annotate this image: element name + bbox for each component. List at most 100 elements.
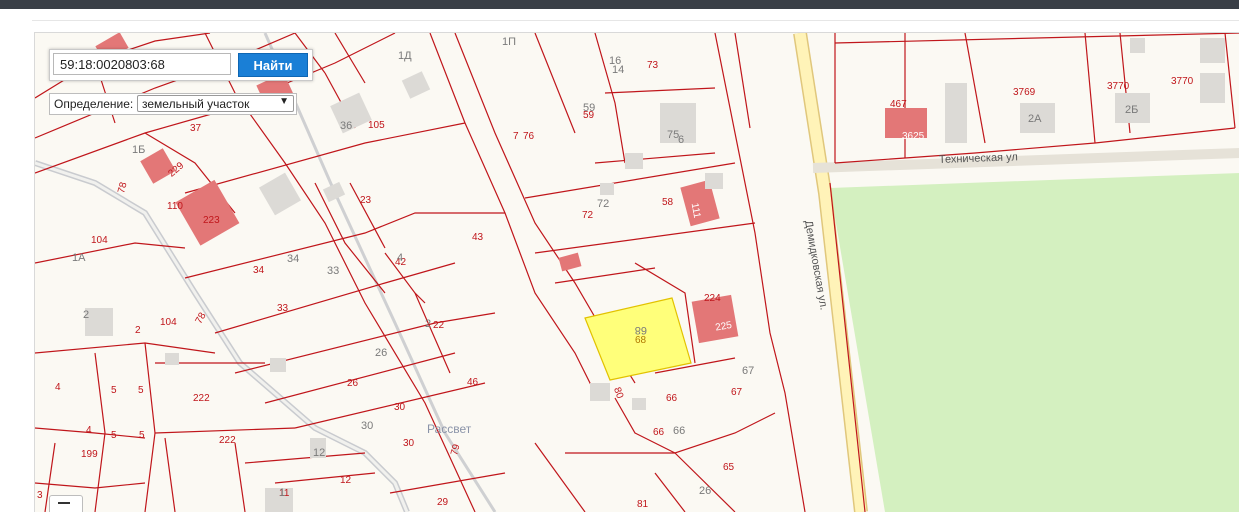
definition-selected-value: земельный участок — [142, 97, 250, 111]
parcel-number: 30 — [403, 438, 415, 449]
house-number: 67 — [742, 365, 754, 377]
house-number: 1А — [72, 252, 86, 264]
house-number: 26 — [699, 485, 711, 497]
definition-select[interactable]: земельный участок ▼ — [137, 95, 294, 112]
parcel-number: 3769 — [1013, 87, 1036, 98]
parcel-number: 79 — [449, 443, 463, 457]
parcel-number: 78 — [116, 181, 130, 195]
parcel-number: 4 — [55, 382, 61, 393]
parcel-number: 22 — [433, 320, 445, 331]
building — [1200, 38, 1225, 63]
parcel-number: 104 — [160, 317, 177, 328]
house-number: 34 — [287, 253, 299, 265]
house-number: 59 — [583, 102, 595, 114]
building — [1200, 73, 1225, 103]
definition-label: Определение: — [54, 97, 134, 111]
parcel-number: 222 — [219, 435, 236, 446]
house-number: 1П — [502, 36, 516, 48]
search-panel: Найти — [49, 49, 313, 81]
parcel-number: 223 — [203, 215, 220, 226]
parcel-number: 73 — [647, 60, 659, 71]
building — [600, 183, 614, 195]
parcel-number: 110 — [167, 201, 183, 212]
house-number: 2 — [83, 309, 89, 321]
parcel-number: 199 — [81, 449, 98, 460]
house-number: 1Б — [132, 144, 145, 156]
parcel-number: 58 — [662, 197, 674, 208]
house-number: 12 — [313, 447, 325, 459]
parcel-number: 4 — [86, 425, 92, 436]
parcel-number: 33 — [277, 303, 289, 314]
divider — [32, 20, 1239, 21]
definition-panel: Определение: земельный участок ▼ — [49, 93, 297, 115]
house-number: 2 — [425, 318, 431, 330]
parcel-number: 105 — [368, 120, 385, 131]
parcel-number: 12 — [340, 475, 352, 486]
house-number: 33 — [327, 265, 339, 277]
house-number: 14 — [612, 64, 624, 76]
house-number: 26 — [375, 347, 387, 359]
building — [140, 148, 176, 184]
parcel-number: 29 — [437, 497, 449, 508]
parcel-number: 5 — [138, 385, 144, 396]
house-number: 36 — [340, 120, 352, 132]
cadastral-map[interactable]: 37 105 76 59 73 229 110 223 23 72 58 104… — [34, 32, 1239, 512]
parcel-number: 5 — [139, 430, 145, 441]
house-number: 4 — [397, 252, 403, 264]
building — [259, 172, 301, 216]
parcel-number: 26 — [347, 378, 359, 389]
building — [632, 398, 646, 410]
parcel-number: 3770 — [1107, 81, 1130, 92]
parcel-number: 7 — [513, 131, 519, 142]
cadastral-number-input[interactable] — [53, 53, 231, 75]
house-number: 66 — [673, 425, 685, 437]
parcel-number: 224 — [704, 293, 721, 304]
top-navigation-bar: ​ — [0, 0, 1239, 9]
parcel-number: 30 — [394, 402, 406, 413]
parcel-number: 104 — [91, 235, 108, 246]
parcel-number: 23 — [360, 195, 372, 206]
building — [401, 71, 431, 99]
building — [705, 173, 723, 189]
house-number: 2А — [1028, 113, 1042, 125]
building — [85, 308, 113, 336]
house-number: 68 — [635, 324, 647, 336]
house-number: 72 — [597, 198, 609, 210]
building — [322, 181, 346, 203]
parcel-number: 34 — [253, 265, 265, 276]
parcel-number: 72 — [582, 210, 594, 221]
parcel-number: 467 — [890, 99, 907, 110]
parcel-number: 67 — [731, 387, 743, 398]
parcel-number: 46 — [467, 377, 479, 388]
parcel-number: 5 — [111, 385, 117, 396]
building — [625, 153, 643, 169]
parcel-number: 80 — [611, 386, 625, 401]
house-number: 1 — [279, 487, 285, 499]
parcel-number: 66 — [653, 427, 665, 438]
house-number: 6 — [678, 134, 684, 146]
find-button[interactable]: Найти — [238, 53, 308, 77]
house-number: 30 — [361, 420, 373, 432]
building — [945, 83, 967, 143]
building — [1130, 38, 1145, 53]
parcel-number: 66 — [666, 393, 678, 404]
parcel-number: 43 — [472, 232, 484, 243]
building — [590, 383, 610, 401]
parcel-number: 65 — [723, 462, 735, 473]
parcel-number: 3 — [37, 490, 43, 501]
parcel-number: 2 — [135, 325, 141, 336]
parcel-number: 37 — [190, 123, 202, 134]
layers-toggle-button[interactable] — [49, 495, 83, 512]
road-path-north — [263, 33, 497, 512]
parcel-number: 222 — [193, 393, 210, 404]
park-area — [830, 173, 1239, 512]
building — [165, 353, 179, 365]
parcel-number: 5 — [111, 430, 117, 441]
building — [270, 358, 286, 372]
parcel-number: 76 — [523, 131, 535, 142]
parcel-number: 3770 — [1171, 76, 1194, 87]
house-number: 2Б — [1125, 104, 1138, 116]
place-label-rassvet: Рассвет — [427, 422, 472, 436]
building — [558, 252, 582, 272]
parcel-number: 81 — [637, 499, 649, 510]
